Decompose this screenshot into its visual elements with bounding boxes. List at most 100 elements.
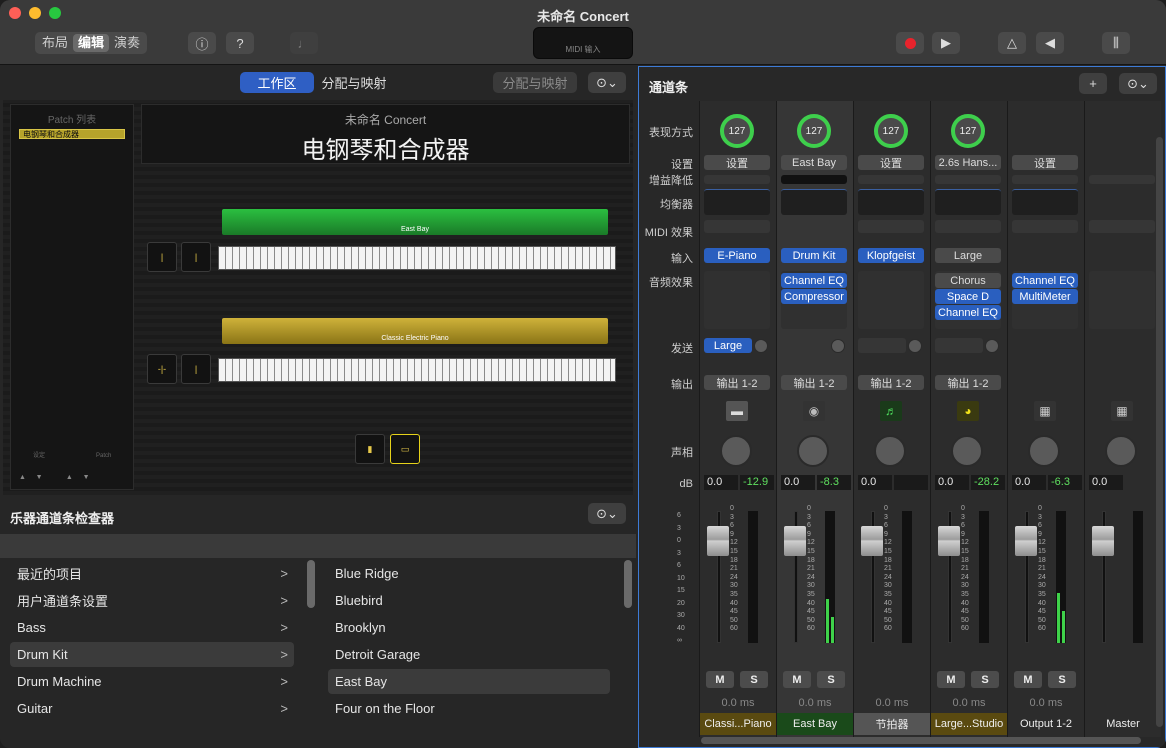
preset-item[interactable]: Brooklyn [328,615,610,640]
send-slot[interactable] [781,338,829,353]
preset-item[interactable]: Blue Ridge [328,561,610,586]
volume-knob[interactable]: 127 [874,114,908,148]
eq-thumbnail[interactable] [858,189,924,215]
add-strip-button[interactable]: + [1079,73,1107,94]
track-icon[interactable]: ▦ [1111,401,1133,421]
eq-thumbnail[interactable] [781,189,847,215]
input-slot[interactable]: Drum Kit [781,248,847,263]
patch-up-down-icons[interactable]: ▲ ▼ ▲ ▼ [19,474,90,481]
mod-wheel-2[interactable]: | [181,354,211,384]
track-icon[interactable]: ◕ [957,401,979,421]
pan-knob[interactable] [720,435,752,467]
midi-fx-slot[interactable] [858,220,924,233]
send-slot[interactable] [858,338,906,353]
solo-button[interactable]: S [1048,671,1076,688]
eq-thumbnail[interactable] [935,189,1001,215]
eq-thumbnail[interactable] [704,189,770,215]
category-item[interactable]: Guitar > [10,696,294,721]
volume-button[interactable]: ◀ [1036,32,1064,54]
tab-mapping[interactable]: 分配与映射 [316,72,392,93]
pitch-wheel-1[interactable]: | [147,242,177,272]
info-button[interactable]: ⓘ [188,32,216,54]
midi-fx-slot[interactable] [1089,220,1155,233]
mode-layout[interactable]: 布局 [37,34,73,52]
preset-item[interactable]: Detroit Garage [328,642,610,667]
fader-cap[interactable] [784,526,806,556]
mode-perform[interactable]: 演奏 [109,34,145,52]
strip-name[interactable]: 节拍器 [854,713,930,735]
fader-cap[interactable] [1092,526,1114,556]
solo-button[interactable]: S [817,671,845,688]
setting-button[interactable]: 2.6s Hans... [935,155,1001,170]
strip-name[interactable]: East Bay [777,713,853,735]
send-level-knob[interactable] [908,339,922,353]
channel-strip[interactable]: 设置 Channel EQ MultiMeter ▦ 0.0 -6.3 0 3 6 9 12 15 18… [1007,101,1084,737]
preset-item[interactable]: East Bay [328,669,610,694]
tab-workspace[interactable]: 工作区 [240,72,314,93]
pan-knob[interactable] [951,435,983,467]
mode-edit[interactable]: 编辑 [73,34,110,52]
send-slot[interactable]: Large [704,338,752,353]
input-slot[interactable]: E-Piano [704,248,770,263]
channel-strip[interactable]: ▦ 0.0 Master [1084,101,1161,737]
strip-name[interactable]: Output 1-2 [1008,713,1084,735]
audio-fx-slot[interactable]: Space D [935,289,1001,304]
audio-fx-slot[interactable]: Channel EQ [781,273,847,288]
mute-button[interactable]: M [937,671,965,688]
strip-name[interactable]: Large...Studio [931,713,1007,735]
pan-knob[interactable] [1028,435,1060,467]
audio-fx-slot[interactable]: Chorus [935,273,1001,288]
category-item[interactable]: Drum Kit > [10,642,294,667]
pan-knob[interactable] [797,435,829,467]
audio-fx-slot[interactable]: Channel EQ [935,305,1001,320]
midi-fx-slot[interactable] [781,220,847,233]
input-slot[interactable]: Large [935,248,1001,263]
audio-fx-slot[interactable]: Channel EQ [1012,273,1078,288]
volume-value[interactable]: 0.0 [1089,475,1123,490]
fader-cap[interactable] [938,526,960,556]
fader-cap[interactable] [1015,526,1037,556]
sustain-pedal[interactable]: ▮ [355,434,385,464]
mixer-h-scrollbar[interactable] [701,737,1141,744]
output-slot[interactable]: 输出 1-2 [858,375,924,390]
category-item[interactable]: Drum Machine > [10,669,294,694]
output-slot[interactable]: 输出 1-2 [935,375,1001,390]
metronome-button[interactable]: △ [998,32,1026,54]
category-item[interactable]: 用户通道条设置 > [10,588,294,613]
setting-button[interactable]: East Bay [781,155,847,170]
mixer-menu-button[interactable]: ⊙⌄ [1119,73,1157,94]
midi-fx-slot[interactable] [935,220,1001,233]
input-slot[interactable]: Klopfgeist [858,248,924,263]
keyboard-range-east-bay[interactable]: East Bay [222,209,608,235]
volume-knob[interactable]: 127 [951,114,985,148]
send-level-knob[interactable] [985,339,999,353]
preset-item[interactable]: Four on the Floor [328,696,610,721]
preset-scrollbar[interactable] [624,560,632,608]
volume-knob[interactable]: 127 [720,114,754,148]
output-slot[interactable]: 输出 1-2 [781,375,847,390]
help-button[interactable]: ? [226,32,254,54]
track-icon[interactable]: ▬ [726,401,748,421]
onscreen-keyboard-2[interactable] [218,358,616,382]
volume-value[interactable]: 0.0 [781,475,815,490]
fader-cap[interactable] [707,526,729,556]
pan-knob[interactable] [1105,435,1137,467]
keyboard-range-classic-electric-piano[interactable]: Classic Electric Piano [222,318,608,344]
mute-button[interactable]: M [1014,671,1042,688]
mixer-button[interactable]: ⫼ [1102,32,1130,54]
midi-fx-slot[interactable] [704,220,770,233]
mute-button[interactable]: M [783,671,811,688]
output-slot[interactable]: 输出 1-2 [704,375,770,390]
audio-fx-slot[interactable]: MultiMeter [1012,289,1078,304]
channel-strip[interactable]: 127 设置 E-Piano Large 输出 1-2 ▬ 0.0 -12.9 0 3 6 9 12 15… [699,101,776,737]
volume-value[interactable]: 0.0 [858,475,892,490]
solo-button[interactable]: S [740,671,768,688]
mixer-v-scrollbar[interactable] [1156,137,1163,727]
volume-value[interactable]: 0.0 [704,475,738,490]
mute-button[interactable]: M [706,671,734,688]
strip-name[interactable]: Master [1085,713,1161,735]
expression-pedal[interactable]: ▭ [390,434,420,464]
volume-knob[interactable]: 127 [797,114,831,148]
setting-button[interactable]: 设置 [1012,155,1078,170]
pitch-wheel-2[interactable]: -|- [147,354,177,384]
